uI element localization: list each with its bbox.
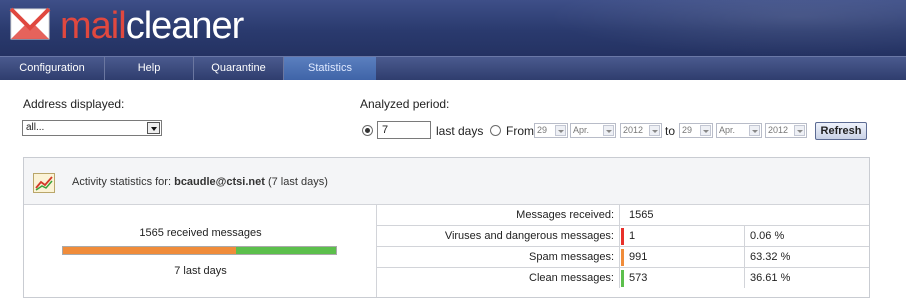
panel-title-address: bcaudle@ctsi.net [174,176,265,188]
stat-count: 573 [629,272,648,284]
panel-title-suffix: (7 last days) [267,176,328,188]
from-label: From [506,124,534,138]
stat-label: Spam messages: [377,247,620,267]
chevron-down-icon [794,125,805,136]
chevron-down-icon [147,122,160,134]
summary-section: 1565 received messages 7 last days [24,205,377,297]
stat-count: 1565 [629,209,654,221]
stat-percent: 36.61 % [750,272,791,284]
tab-configuration[interactable]: Configuration [0,57,105,80]
received-summary: 1565 received messages [139,227,262,239]
tab-quarantine[interactable]: Quarantine [194,57,284,80]
stat-label: Viruses and dangerous messages: [377,226,620,246]
panel-title-prefix: Activity statistics for: [72,176,172,188]
address-select-value: all... [26,122,45,133]
days-input[interactable]: 7 [377,121,431,139]
table-row: Viruses and dangerous messages: 1 0.06 % [377,226,869,247]
stats-table: Messages received: 1565 Viruses and danger… [377,205,869,289]
color-marker [621,270,624,287]
cell-divider [744,247,745,267]
stat-label: Messages received: [377,205,620,225]
from-day-select[interactable]: 29 [534,123,568,138]
cell-divider [744,268,745,288]
to-month-value: Apr. [719,125,736,135]
from-month-select[interactable]: Apr. [570,123,616,138]
stat-percent: 0.06 % [750,230,785,242]
stat-percent: 63.32 % [750,251,791,263]
from-day-value: 29 [537,125,548,135]
logo-cleaner: cleaner [125,5,245,47]
to-year-value: 2012 [768,125,789,135]
stat-count: 1 [629,230,636,242]
color-marker [621,249,624,266]
table-row: Spam messages: 991 63.32 % [377,247,869,268]
to-month-select[interactable]: Apr. [716,123,762,138]
from-year-value: 2012 [623,125,644,135]
last-days-radio[interactable] [362,125,373,136]
stat-count: 991 [629,251,648,263]
last-days-label: last days [436,124,484,138]
table-row: Messages received: 1565 [377,205,869,226]
cell-divider [744,226,745,246]
to-day-value: 29 [682,125,693,135]
to-label: to [665,124,676,138]
logo-mail: mail [60,5,127,47]
table-row: Clean messages: 573 36.61 % [377,268,869,289]
bar-segment-spam [63,247,237,254]
address-label: Address displayed: [23,97,125,111]
envelope-logo-icon [9,7,51,40]
stats-panel: Activity statistics for: bcaudle@ctsi.ne… [23,157,870,298]
bar-segment-clean [236,247,336,254]
color-marker [621,228,624,245]
from-date-radio[interactable] [490,125,501,136]
main-nav: Configuration Help Quarantine Statistics [0,56,906,80]
period-summary: 7 last days [174,265,227,277]
app-header: mailcleaner [0,0,906,56]
chevron-down-icon [700,125,711,136]
panel-header: Activity statistics for: bcaudle@ctsi.ne… [24,158,869,205]
app-logo: mailcleaner [60,5,245,47]
chevron-down-icon [649,125,660,136]
panel-title: Activity statistics for: bcaudle@ctsi.ne… [72,176,328,188]
to-day-select[interactable]: 29 [679,123,713,138]
tab-statistics[interactable]: Statistics [284,57,376,80]
line-chart-icon [33,173,55,193]
address-select[interactable]: all... [22,120,162,136]
chevron-down-icon [555,125,566,136]
to-year-select[interactable]: 2012 [765,123,807,138]
chevron-down-icon [749,125,760,136]
period-label: Analyzed period: [360,97,450,111]
from-year-select[interactable]: 2012 [620,123,662,138]
from-month-value: Apr. [573,125,590,135]
stat-label: Clean messages: [377,268,620,288]
tab-help[interactable]: Help [105,57,194,80]
header-shine [546,0,906,56]
refresh-button[interactable]: Refresh [815,122,867,140]
distribution-bar [62,246,337,255]
chevron-down-icon [603,125,614,136]
